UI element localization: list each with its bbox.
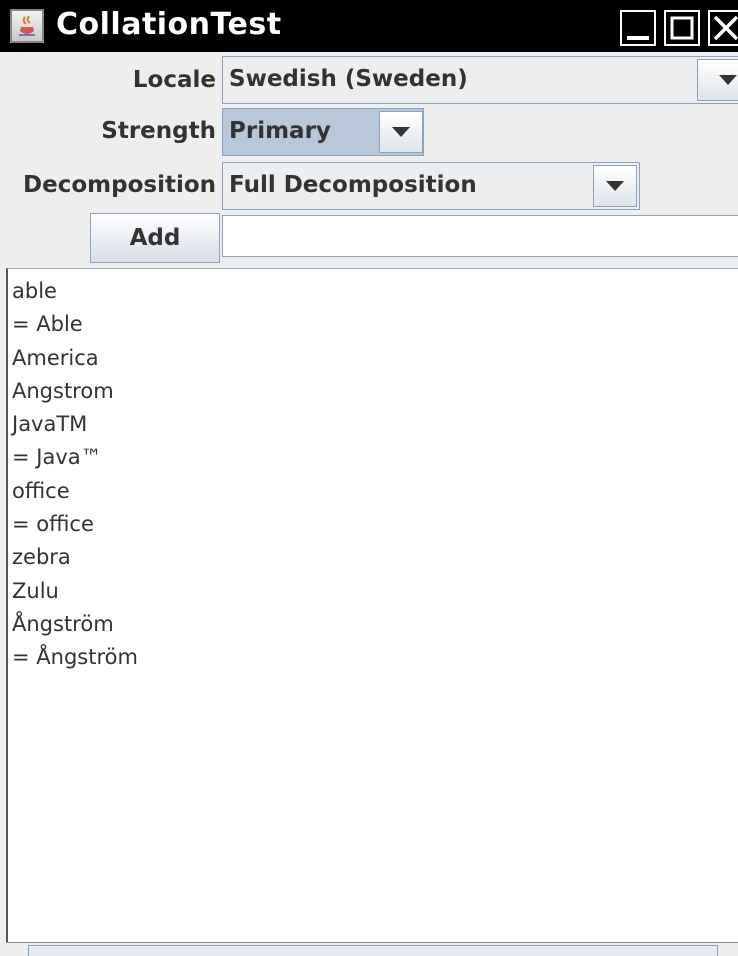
close-icon [713, 15, 738, 41]
chevron-down-icon [606, 181, 624, 191]
maximize-button[interactable] [664, 10, 700, 46]
locale-label: Locale [132, 67, 216, 93]
list-item: = Able [12, 312, 83, 337]
strength-label: Strength [101, 118, 216, 144]
list-item: Angstrom [12, 378, 114, 403]
list-item: = office [12, 512, 94, 537]
list-item: Ångström [12, 611, 114, 636]
collation-test-window: CollationTest Locale Swedish (Sweden) St… [0, 0, 738, 956]
horizontal-scrollbar[interactable] [6, 942, 738, 956]
add-button[interactable]: Add [90, 213, 220, 263]
minimize-icon [627, 36, 649, 40]
chevron-down-icon [718, 75, 737, 85]
scrollbar-thumb[interactable] [28, 945, 718, 956]
decomposition-combobox[interactable]: Full Decomposition [222, 162, 640, 210]
close-button[interactable] [708, 10, 738, 46]
sorted-words-textarea[interactable]: able = Able America Angstrom JavaTM = Java™ of… [6, 268, 738, 942]
window-title: CollationTest [56, 7, 282, 42]
locale-combobox[interactable]: Swedish (Sweden) [222, 56, 738, 104]
list-item: zebra [12, 545, 71, 570]
minimize-button[interactable] [620, 10, 656, 46]
decomposition-dropdown-button[interactable] [593, 165, 637, 207]
strength-value: Primary [229, 118, 331, 144]
sorted-words-list: able = Able America Angstrom JavaTM = Java™ of… [12, 275, 138, 675]
title-bar[interactable]: CollationTest [0, 0, 738, 52]
list-item: Zulu [12, 578, 59, 603]
list-item: = Ångström [12, 645, 138, 670]
maximize-icon [670, 16, 694, 40]
java-cup-icon[interactable] [10, 9, 44, 43]
list-item: office [12, 478, 70, 503]
strength-combobox[interactable]: Primary [222, 108, 424, 156]
locale-dropdown-button[interactable] [697, 59, 738, 101]
decomposition-label: Decomposition [23, 172, 216, 198]
chevron-down-icon [392, 127, 410, 137]
list-item: America [12, 345, 99, 370]
locale-value: Swedish (Sweden) [229, 66, 468, 92]
list-item: = Java™ [12, 445, 102, 470]
strength-dropdown-button[interactable] [379, 111, 423, 153]
list-item: able [12, 279, 57, 303]
list-item: JavaTM [12, 412, 88, 437]
add-word-input[interactable] [222, 215, 738, 257]
decomposition-value: Full Decomposition [229, 172, 477, 198]
